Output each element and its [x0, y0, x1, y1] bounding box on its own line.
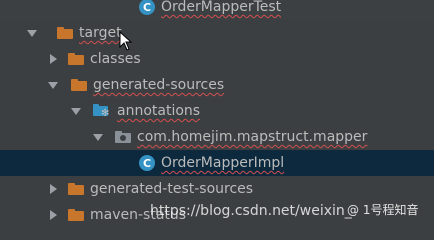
tree-row-label: classes — [90, 51, 141, 67]
project-tree: C OrderMapperTest target classes generat… — [0, 0, 434, 230]
chevron-down-icon[interactable] — [48, 81, 58, 89]
class-icon: C — [139, 0, 155, 15]
tree-row-ordermapperimpl[interactable]: C OrderMapperImpl — [0, 150, 434, 176]
tree-row-classes[interactable]: classes — [0, 46, 434, 72]
tree-row-target[interactable]: target — [0, 20, 434, 46]
tree-row-package[interactable]: com.homejim.mapstruct.mapper — [0, 124, 434, 150]
tree-row-label: generated-sources — [93, 77, 225, 93]
excluded-folder-icon — [71, 79, 87, 91]
tree-row-label: OrderMapperTest — [161, 0, 282, 15]
mouse-pointer-icon — [119, 31, 133, 51]
tree-row-label: annotations — [117, 103, 201, 119]
chevron-down-icon[interactable] — [27, 29, 37, 37]
watermark-badge: @ 1号程知音 — [347, 201, 418, 218]
tree-row-label: com.homejim.mapstruct.mapper — [137, 129, 368, 145]
chevron-right-icon[interactable] — [50, 54, 57, 64]
tree-row-annotations[interactable]: ✻ annotations — [0, 98, 434, 124]
tree-row-ordermappertest[interactable]: C OrderMapperTest — [0, 0, 434, 20]
tree-row-generated-sources[interactable]: generated-sources — [0, 72, 434, 98]
tree-row-label: target — [79, 25, 122, 41]
excluded-folder-icon — [68, 53, 84, 65]
chevron-down-icon[interactable] — [71, 107, 81, 115]
watermark-badge-text: @ 1号程知音 — [347, 203, 419, 217]
tree-row-generated-test-sources[interactable]: generated-test-sources — [0, 176, 434, 202]
tree-row-label: OrderMapperImpl — [161, 155, 285, 171]
excluded-folder-icon — [68, 183, 84, 195]
excluded-folder-icon — [57, 27, 73, 39]
package-icon — [115, 131, 131, 143]
chevron-down-icon[interactable] — [93, 133, 103, 141]
chevron-right-icon[interactable] — [50, 210, 57, 220]
generated-sources-root-icon: ✻ — [93, 104, 111, 119]
watermark-url: https://blog.csdn.net/weixin_ — [150, 203, 352, 219]
chevron-right-icon[interactable] — [50, 184, 57, 194]
excluded-folder-icon — [68, 209, 84, 221]
class-icon: C — [139, 155, 155, 171]
tree-row-label: generated-test-sources — [90, 181, 254, 197]
